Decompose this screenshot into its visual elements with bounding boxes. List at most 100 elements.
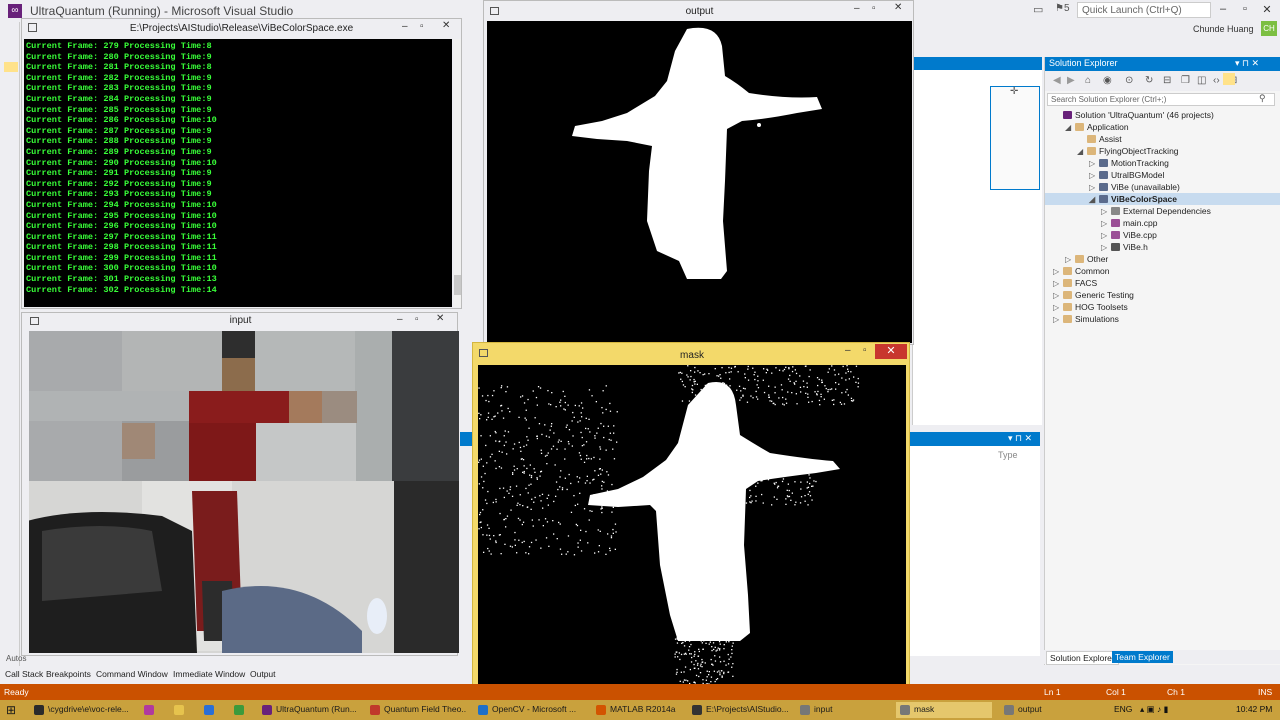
refresh-icon[interactable]: ↻ — [1145, 75, 1153, 86]
collapse-icon[interactable]: ⊟ — [1163, 75, 1171, 86]
mask-noise-speck — [549, 429, 551, 431]
tree-item[interactable]: ▷ ViBe.h — [1045, 241, 1280, 253]
tree-item[interactable]: Assist — [1045, 133, 1280, 145]
user-name[interactable]: Chunde Huang — [1193, 24, 1254, 34]
console-scroll-thumb[interactable] — [454, 275, 461, 295]
mask-noise-speck — [503, 496, 505, 499]
mask-noise-speck — [583, 508, 586, 510]
tab-breakpoints[interactable]: Breakpoints — [46, 669, 91, 679]
forward-icon[interactable]: ▶ — [1067, 75, 1075, 86]
input-minimize-button[interactable]: – — [397, 314, 403, 325]
console-line: Current Frame: 301 Processing Time:13 — [26, 274, 217, 285]
tab-immediate-window[interactable]: Immediate Window — [173, 669, 245, 679]
solution-explorer-controls[interactable]: ▾ ⊓ ✕ — [1235, 58, 1259, 69]
taskbar-button[interactable]: Quantum Field Theo... — [366, 702, 466, 718]
tree-item[interactable]: ▷ Other — [1045, 253, 1280, 265]
taskbar-button-label: mask — [914, 704, 935, 714]
input-close-button[interactable]: ✕ — [436, 313, 444, 324]
autos-tab[interactable]: Autos — [6, 654, 26, 663]
console-close-button[interactable]: ✕ — [442, 20, 450, 31]
maximize-button[interactable]: ▫ — [1237, 3, 1253, 17]
taskbar-button[interactable] — [140, 702, 162, 718]
taskbar-button[interactable] — [200, 702, 222, 718]
taskbar-button[interactable]: OpenCV - Microsoft ... — [474, 702, 584, 718]
tree-item[interactable]: ▷ ViBe.cpp — [1045, 229, 1280, 241]
tree-item[interactable]: ▷ UtralBGModel — [1045, 169, 1280, 181]
mask-noise-speck — [550, 448, 553, 450]
mask-noise-speck — [561, 553, 563, 555]
home-icon[interactable]: ⌂ — [1085, 75, 1091, 86]
preview-toggle-icon[interactable] — [1223, 73, 1235, 85]
taskbar-button[interactable]: UltraQuantum (Run... — [258, 702, 358, 718]
mask-close-button[interactable]: ✕ — [875, 344, 907, 359]
input-maximize-button[interactable]: ▫ — [415, 314, 419, 325]
close-button[interactable]: ✕ — [1259, 3, 1275, 17]
tree-item[interactable]: ▷ ViBe (unavailable) — [1045, 181, 1280, 193]
mask-window[interactable]: mask – ▫ ✕ — [472, 342, 910, 688]
mask-noise-speck — [727, 663, 730, 665]
console-minimize-button[interactable]: – — [402, 21, 408, 32]
tree-item[interactable]: Solution 'UltraQuantum' (46 projects) — [1045, 109, 1280, 121]
solution-search-input[interactable]: Search Solution Explorer (Ctrl+;) — [1047, 93, 1275, 106]
taskbar-button[interactable]: output — [1000, 702, 1096, 718]
sync-icon[interactable]: ◉ — [1103, 75, 1112, 86]
quick-launch-input[interactable]: Quick Launch (Ctrl+Q) — [1077, 2, 1211, 18]
tree-item[interactable]: ▷ main.cpp — [1045, 217, 1280, 229]
output-minimize-button[interactable]: – — [854, 3, 860, 14]
mask-noise-speck — [609, 547, 611, 549]
code-icon[interactable]: ‹› — [1213, 75, 1220, 86]
taskbar-button[interactable]: input — [796, 702, 888, 718]
tab-solution-explorer[interactable]: Solution Explorer — [1046, 651, 1119, 665]
mask-maximize-button[interactable]: ▫ — [863, 345, 867, 356]
tab-command-window[interactable]: Command Window — [96, 669, 168, 679]
tree-item[interactable]: ▷ MotionTracking — [1045, 157, 1280, 169]
tree-item[interactable]: ▷ Generic Testing — [1045, 289, 1280, 301]
notification-icon[interactable]: ⚑5 — [1055, 3, 1070, 14]
start-icon[interactable]: ⊞ — [6, 703, 20, 717]
taskbar-button[interactable] — [170, 702, 192, 718]
taskbar-button[interactable]: mask — [896, 702, 992, 718]
locals-window-controls[interactable]: ▾ ⊓ ✕ — [1008, 433, 1032, 444]
expander-icon[interactable]: ▷ — [1053, 314, 1063, 326]
output-window[interactable]: output – ▫ ✕ — [483, 0, 914, 345]
copy-icon[interactable]: ❐ — [1181, 75, 1190, 86]
tab-team-explorer[interactable]: Team Explorer — [1112, 651, 1173, 663]
mask-noise-speck — [819, 404, 821, 406]
feedback-icon[interactable]: ▭ — [1033, 3, 1043, 16]
tab-output[interactable]: Output — [250, 669, 276, 679]
tree-item[interactable]: ◢ ViBeColorSpace — [1045, 193, 1280, 205]
tree-item[interactable]: ▷ Simulations — [1045, 313, 1280, 325]
taskbar-button[interactable] — [230, 702, 252, 718]
taskbar-button[interactable]: E:\Projects\AIStudio... — [688, 702, 790, 718]
mask-minimize-button[interactable]: – — [845, 345, 851, 356]
tree-item[interactable]: ▷ HOG Toolsets — [1045, 301, 1280, 313]
taskbar-button[interactable]: MATLAB R2014a — [592, 702, 682, 718]
input-language[interactable]: ENG — [1114, 704, 1132, 714]
filter-icon[interactable]: ⊙ — [1125, 75, 1133, 86]
search-icon[interactable]: ⚲ — [1259, 93, 1266, 104]
show-files-icon[interactable]: ◫ — [1197, 75, 1206, 86]
editor-minimap[interactable] — [990, 86, 1040, 190]
console-scrollbar[interactable] — [454, 39, 461, 307]
console-maximize-button[interactable]: ▫ — [420, 21, 424, 32]
console-window[interactable]: E:\Projects\AIStudio\Release\ViBeColorSp… — [21, 18, 462, 309]
taskbar-button[interactable]: \cygdrive\e\voc-rele... — [30, 702, 142, 718]
clock[interactable]: 10:42 PM — [1236, 704, 1272, 714]
tray-icons[interactable]: ▴ ▣ ♪ ▮ — [1140, 704, 1168, 715]
mask-noise-speck — [716, 375, 718, 377]
tree-item[interactable]: ▷ Common — [1045, 265, 1280, 277]
minimize-button[interactable]: – — [1215, 3, 1231, 17]
mask-noise-speck — [589, 510, 591, 512]
tree-item[interactable]: ◢ Application — [1045, 121, 1280, 133]
back-icon[interactable]: ◀ — [1053, 75, 1061, 86]
mask-noise-speck — [674, 638, 677, 640]
tree-item[interactable]: ▷ FACS — [1045, 277, 1280, 289]
split-icon[interactable]: ✛ — [1010, 86, 1018, 97]
tab-call-stack[interactable]: Call Stack — [5, 669, 43, 679]
output-maximize-button[interactable]: ▫ — [872, 3, 876, 14]
output-close-button[interactable]: ✕ — [894, 2, 902, 13]
user-avatar[interactable]: CH — [1261, 21, 1277, 36]
input-window[interactable]: input – ▫ ✕ — [21, 312, 459, 656]
tree-item[interactable]: ▷ External Dependencies — [1045, 205, 1280, 217]
tree-item[interactable]: ◢ FlyingObjectTracking — [1045, 145, 1280, 157]
